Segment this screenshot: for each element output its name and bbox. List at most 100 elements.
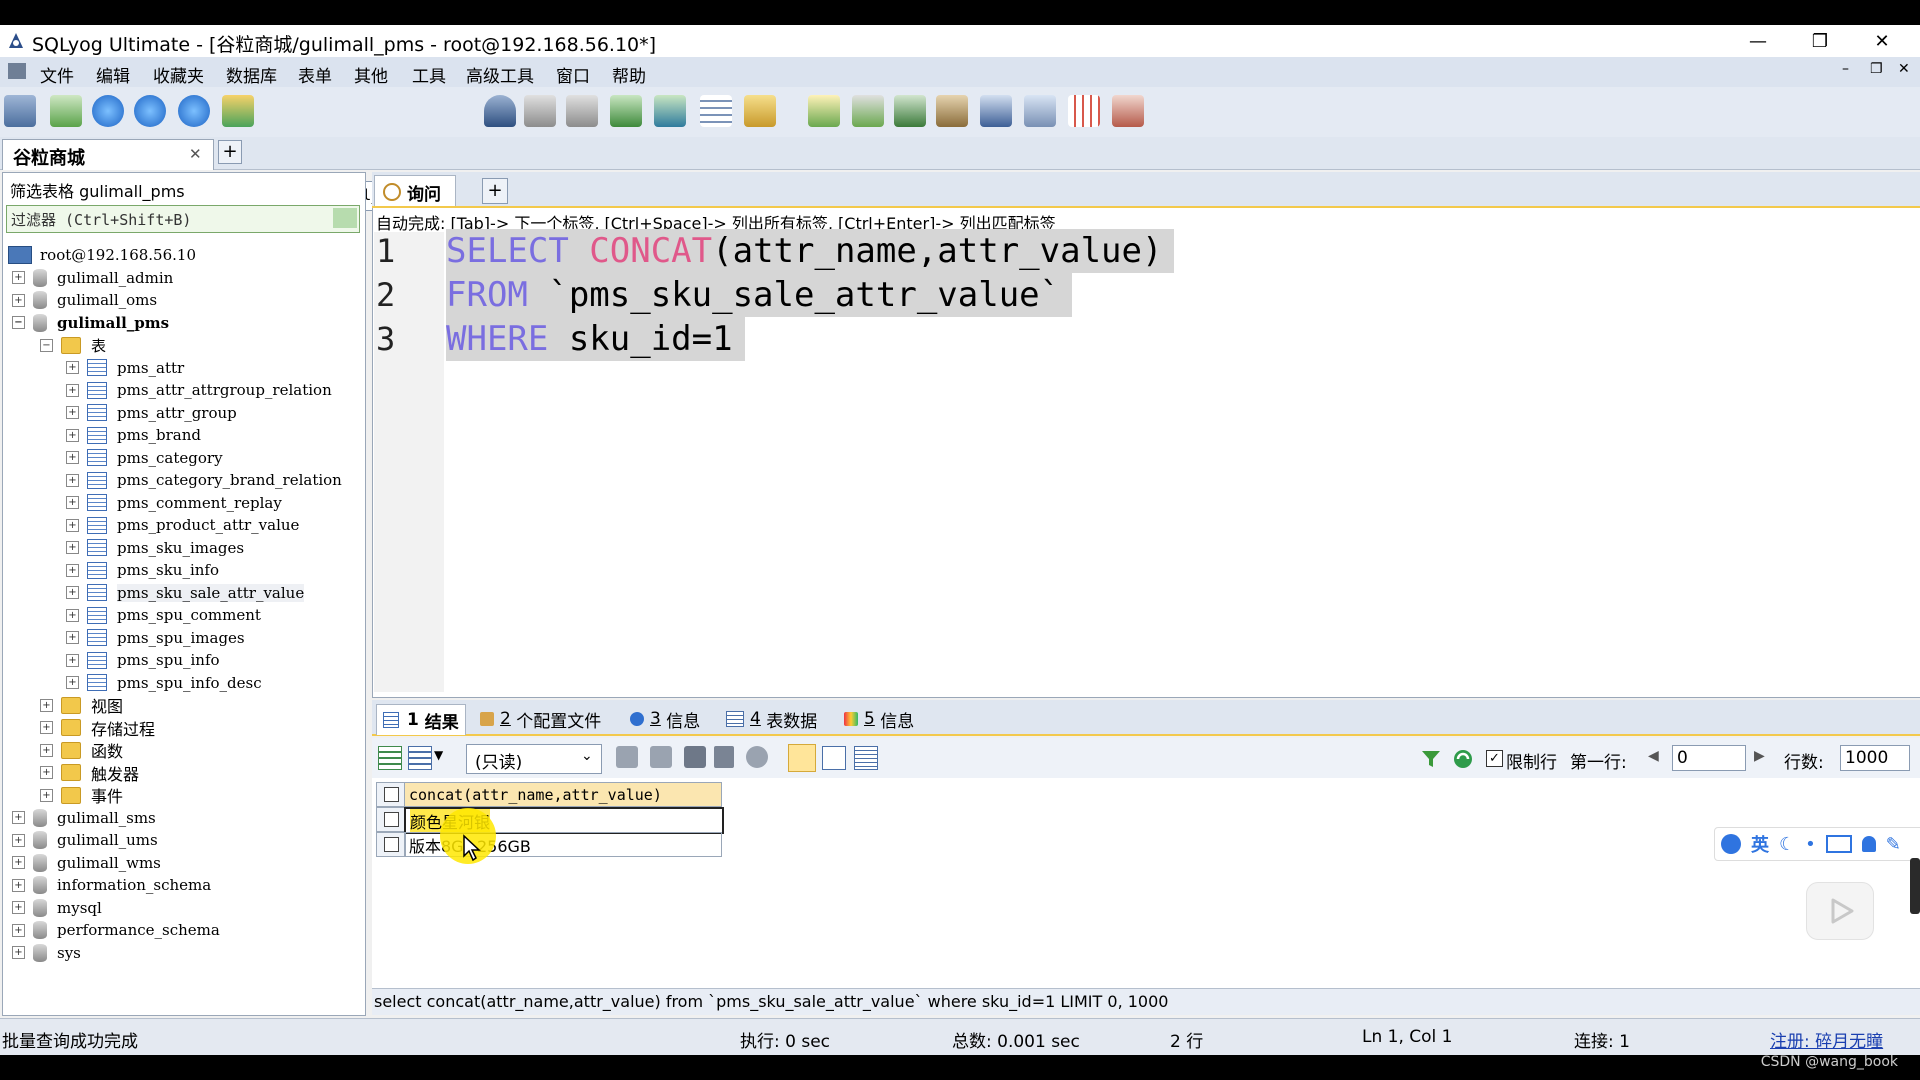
copy-results-icon[interactable] (408, 746, 432, 770)
grid-view-icon[interactable] (788, 744, 816, 772)
menu-favorites[interactable]: 收藏夹 (153, 62, 204, 87)
create-database-icon[interactable] (524, 95, 556, 127)
collapse-icon[interactable]: − (12, 316, 25, 329)
expand-icon[interactable]: + (66, 473, 79, 487)
database-node[interactable]: + mysql (12, 897, 102, 919)
add-connection-tab-button[interactable]: + (218, 140, 242, 164)
next-page-icon[interactable]: ▶ (1754, 748, 1765, 764)
table-node-selected[interactable]: + pms_sku_sale_attr_value (66, 582, 305, 604)
user-icon[interactable] (1861, 836, 1876, 852)
cancel-icon[interactable] (746, 746, 768, 768)
table-node[interactable]: + pms_brand (66, 424, 201, 446)
refresh-results-icon[interactable] (1452, 748, 1474, 770)
close-tab-icon[interactable]: ✕ (189, 145, 202, 163)
expand-icon[interactable]: + (12, 833, 25, 847)
schema-sync-icon[interactable] (980, 95, 1012, 127)
connection-tab[interactable]: 谷粒商城 ✕ (2, 139, 214, 170)
expand-icon[interactable]: + (40, 743, 53, 757)
expand-icon[interactable]: + (12, 901, 25, 914)
expand-icon[interactable]: + (40, 766, 53, 779)
tab-messages[interactable]: 3 信息 (630, 704, 700, 734)
database-node[interactable]: + performance_schema (12, 919, 220, 941)
punctuation-icon[interactable]: • (1805, 834, 1816, 855)
query-tab[interactable]: 询问 (374, 175, 456, 206)
filter-icon[interactable] (1420, 748, 1442, 770)
expand-icon[interactable]: + (40, 721, 53, 734)
keyboard-icon[interactable] (1825, 835, 1852, 853)
database-node[interactable]: + information_schema (12, 874, 211, 896)
duplicate-row-icon[interactable] (650, 746, 672, 768)
table-node[interactable]: + pms_category (66, 447, 223, 469)
table-node[interactable]: + pms_attr (66, 357, 184, 379)
chevron-down-icon[interactable]: ▼ (434, 748, 443, 762)
row-checkbox[interactable] (376, 807, 406, 832)
table-node[interactable]: + pms_spu_info (66, 649, 220, 671)
chevron-down-icon[interactable]: ⌄ (581, 748, 593, 764)
views-folder-node[interactable]: + 视图 (40, 694, 123, 716)
restore-button[interactable]: ❐ (1790, 25, 1850, 57)
code-line[interactable]: WHERE sku_id=1 (446, 317, 745, 361)
expand-icon[interactable]: + (66, 451, 79, 464)
expand-icon[interactable]: + (12, 878, 25, 892)
close-button[interactable]: ✕ (1852, 25, 1912, 57)
tab-info[interactable]: 5 信息 (844, 704, 914, 734)
triggers-folder-node[interactable]: + 触发器 (40, 762, 139, 784)
tables-folder-node[interactable]: − 表 (40, 334, 106, 356)
table-node[interactable]: + pms_comment_replay (66, 492, 282, 514)
database-node[interactable]: + sys (12, 942, 81, 964)
expand-icon[interactable]: + (12, 946, 25, 959)
expand-icon[interactable]: + (66, 653, 79, 667)
table-data-icon[interactable] (700, 95, 732, 127)
query-builder-icon[interactable] (808, 95, 840, 127)
user-manager-icon[interactable] (484, 95, 516, 127)
procedures-folder-node[interactable]: + 存储过程 (40, 717, 155, 739)
inner-close-button[interactable]: ✕ (1898, 61, 1910, 77)
table-node[interactable]: + pms_category_brand_relation (66, 469, 342, 491)
scrollbar[interactable] (1910, 858, 1920, 914)
expand-icon[interactable]: + (66, 586, 79, 599)
expand-icon[interactable]: + (66, 383, 79, 397)
menu-help[interactable]: 帮助 (612, 62, 646, 87)
export-icon[interactable] (654, 95, 686, 127)
rows-input[interactable]: 1000 (1840, 745, 1910, 771)
execute-query-icon[interactable] (92, 95, 124, 127)
minimize-button[interactable]: — (1728, 25, 1788, 57)
expand-icon[interactable]: + (66, 563, 79, 577)
create-table-icon[interactable] (566, 95, 598, 127)
filter-input[interactable]: 过滤器 (Ctrl+Shift+B) (6, 205, 360, 233)
moon-icon[interactable]: ☾ (1779, 834, 1795, 855)
database-node[interactable]: + gulimall_admin (12, 267, 173, 289)
expand-icon[interactable]: + (66, 541, 79, 554)
expand-icon[interactable]: + (66, 428, 79, 442)
expand-icon[interactable]: + (66, 631, 79, 644)
select-all-checkbox[interactable] (376, 782, 406, 807)
expand-icon[interactable]: + (12, 811, 25, 824)
report-icon[interactable] (1068, 95, 1100, 127)
expand-icon[interactable]: + (66, 608, 79, 622)
previous-page-icon[interactable]: ◀ (1648, 748, 1659, 764)
events-folder-node[interactable]: + 事件 (40, 784, 123, 806)
scheduler-icon[interactable] (1024, 95, 1056, 127)
ime-toolbar[interactable]: 英 ☾ • ✎ (1714, 827, 1920, 861)
execute-all-icon[interactable] (134, 95, 166, 127)
doc-menu-icon[interactable] (8, 63, 26, 79)
table-node[interactable]: + pms_spu_images (66, 627, 245, 649)
database-node[interactable]: + gulimall_sms (12, 807, 156, 829)
backup-icon[interactable] (852, 95, 884, 127)
expand-icon[interactable]: + (66, 496, 79, 509)
delete-icon[interactable] (714, 746, 734, 768)
readonly-select[interactable]: (只读) ⌄ (466, 744, 602, 774)
table-node[interactable]: + pms_sku_images (66, 537, 244, 559)
register-link[interactable]: 注册: 碎月无瞳 (1770, 1027, 1883, 1052)
table-node[interactable]: + pms_sku_info (66, 559, 219, 581)
menu-tools[interactable]: 工具 (412, 62, 446, 87)
menu-window[interactable]: 窗口 (556, 62, 590, 87)
expand-icon[interactable]: + (12, 293, 25, 307)
favorites-icon[interactable] (222, 95, 254, 127)
expand-icon[interactable]: + (40, 788, 53, 802)
migration-icon[interactable] (936, 95, 968, 127)
expand-icon[interactable]: + (66, 676, 79, 689)
tab-profile[interactable]: 2 个配置文件 (480, 704, 601, 734)
expand-icon[interactable]: + (66, 518, 79, 532)
table-node[interactable]: + pms_spu_info_desc (66, 672, 262, 694)
